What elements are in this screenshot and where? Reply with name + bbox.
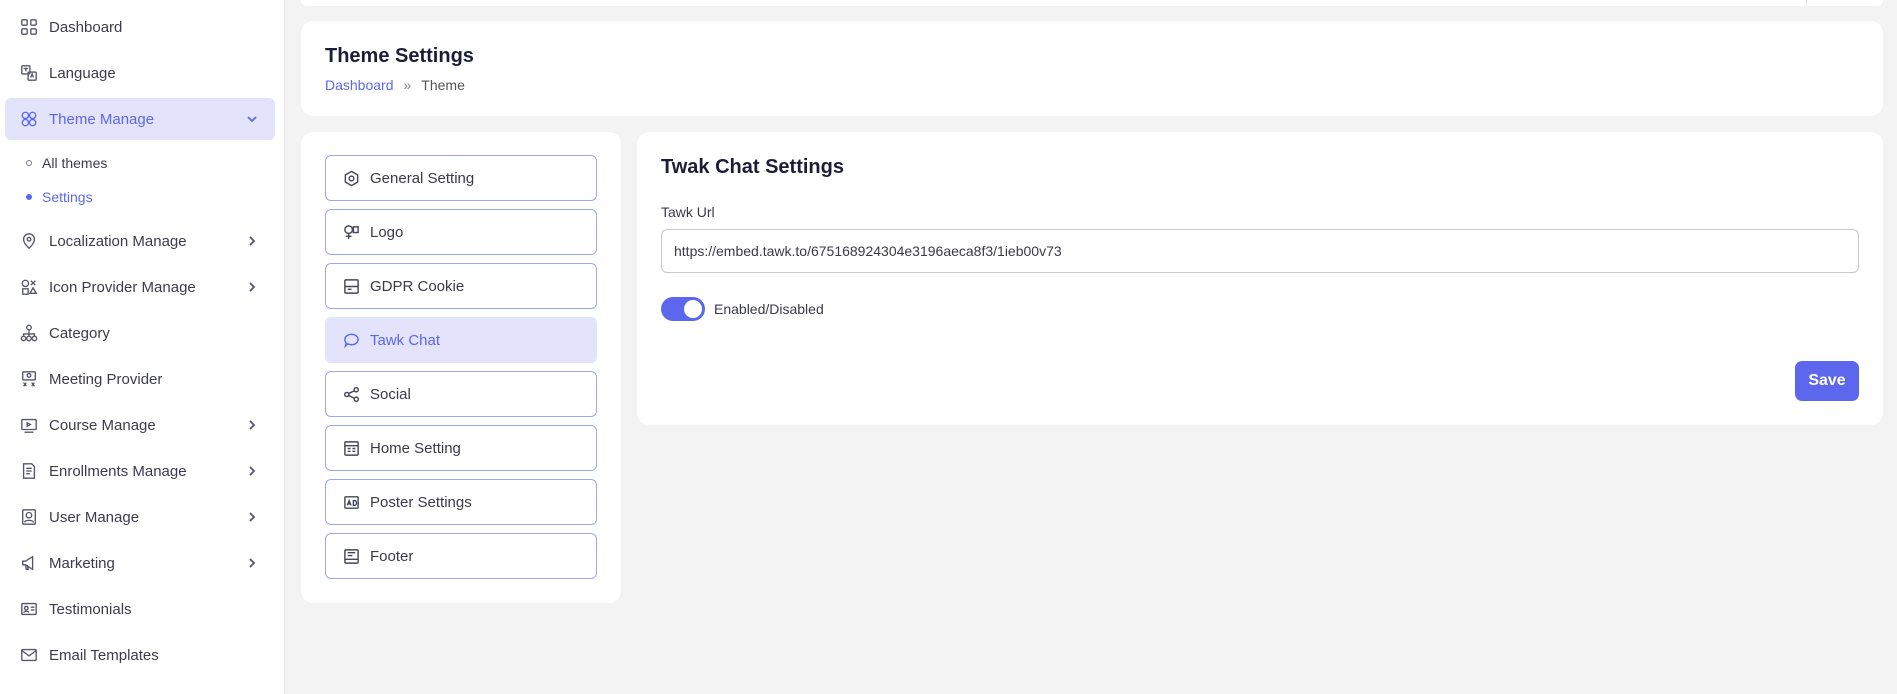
sidebar-subitem-settings[interactable]: Settings: [26, 187, 93, 207]
cookie-icon: [342, 277, 360, 295]
sidebar-item-dashboard[interactable]: Dashboard: [5, 6, 275, 48]
sidebar-item-label: Email Templates: [49, 646, 159, 664]
enabled-toggle[interactable]: [661, 297, 705, 321]
tawk-url-input[interactable]: [661, 229, 1859, 273]
shapes-icon: [19, 277, 39, 297]
sidebar-item-label: Testimonials: [49, 600, 132, 618]
bullet-dot: [26, 194, 32, 200]
toggle-knob: [684, 300, 702, 318]
mail-icon: [19, 645, 39, 665]
sidebar-item-label: Course Manage: [49, 416, 156, 434]
menu-label: Tawk Chat: [370, 331, 441, 349]
meeting-icon: [19, 369, 39, 389]
hierarchy-icon: [19, 323, 39, 343]
menu-label: GDPR Cookie: [370, 277, 465, 295]
breadcrumb-dashboard-link[interactable]: Dashboard: [325, 77, 394, 93]
sidebar-item-course-manage[interactable]: Course Manage: [5, 404, 275, 446]
sidebar-subitem-all-themes[interactable]: All themes: [26, 153, 107, 173]
top-bar: [301, 0, 1883, 6]
menu-general-setting[interactable]: General Setting: [325, 155, 597, 201]
chevron-right-icon: [245, 510, 259, 524]
menu-social[interactable]: Social: [325, 371, 597, 417]
menu-label: General Setting: [370, 169, 475, 187]
video-icon: [19, 415, 39, 435]
sidebar-item-label: Marketing: [49, 554, 115, 572]
ad-icon: [342, 493, 360, 511]
sidebar-item-testimonials[interactable]: Testimonials: [5, 588, 275, 630]
top-bar-divider: [1806, 0, 1807, 6]
logo-icon: [342, 223, 360, 241]
enabled-toggle-row: Enabled/Disabled: [661, 297, 824, 321]
sidebar-item-language[interactable]: Language: [5, 52, 275, 94]
layout-icon: [342, 439, 360, 457]
chevron-right-icon: [245, 234, 259, 248]
chevron-right-icon: [245, 280, 259, 294]
sidebar-item-category[interactable]: Category: [5, 312, 275, 354]
id-card-icon: [19, 599, 39, 619]
enabled-toggle-label: Enabled/Disabled: [714, 301, 824, 317]
menu-label: Footer: [370, 547, 414, 565]
page-title: Theme Settings: [325, 45, 474, 67]
sidebar-item-user-manage[interactable]: User Manage: [5, 496, 275, 538]
sidebar-item-marketing[interactable]: Marketing: [5, 542, 275, 584]
map-pin-icon: [19, 231, 39, 251]
subitem-label: All themes: [42, 155, 108, 171]
chevron-down-icon: [245, 112, 259, 126]
sidebar-item-localization-manage[interactable]: Localization Manage: [5, 220, 275, 262]
breadcrumb-current: Theme: [421, 77, 465, 93]
menu-gdpr-cookie[interactable]: GDPR Cookie: [325, 263, 597, 309]
sidebar-item-theme-manage[interactable]: Theme Manage: [5, 98, 275, 140]
sidebar-item-label: Enrollments Manage: [49, 462, 187, 480]
menu-tawk-chat[interactable]: Tawk Chat: [325, 317, 597, 363]
chat-icon: [342, 331, 360, 349]
tawk-chat-settings-card: Twak Chat Settings Tawk Url Enabled/Disa…: [637, 132, 1883, 425]
menu-label: Social: [370, 385, 411, 403]
menu-label: Logo: [370, 223, 404, 241]
sidebar-item-label: Icon Provider Manage: [49, 278, 196, 296]
chevron-right-icon: [245, 464, 259, 478]
footer-icon: [342, 547, 360, 565]
settings-menu: General Setting Logo GDPR Cookie Tawk Ch…: [301, 132, 621, 603]
sidebar-item-meeting-provider[interactable]: Meeting Provider: [5, 358, 275, 400]
menu-label: Home Setting: [370, 439, 461, 457]
menu-home-setting[interactable]: Home Setting: [325, 425, 597, 471]
sidebar: Dashboard Language Theme Manage All them…: [0, 0, 285, 694]
bullet-dot: [26, 160, 32, 166]
page-header: Theme Settings Dashboard » Theme: [301, 21, 1883, 116]
user-icon: [19, 507, 39, 527]
tawk-url-label: Tawk Url: [661, 204, 715, 220]
chevron-right-icon: [245, 418, 259, 432]
sidebar-item-label: Category: [49, 324, 110, 342]
menu-label: Poster Settings: [370, 493, 472, 511]
grid-icon: [19, 17, 39, 37]
theme-icon: [19, 109, 39, 129]
settings-hex-icon: [342, 169, 360, 187]
sidebar-item-label: Language: [49, 64, 116, 82]
menu-poster-settings[interactable]: Poster Settings: [325, 479, 597, 525]
document-icon: [19, 461, 39, 481]
sidebar-item-label: Meeting Provider: [49, 370, 163, 388]
sidebar-item-email-templates[interactable]: Email Templates: [5, 634, 275, 676]
sidebar-item-label: User Manage: [49, 508, 140, 526]
sidebar-item-label: Theme Manage: [49, 110, 155, 128]
menu-logo[interactable]: Logo: [325, 209, 597, 255]
sidebar-item-enrollments-manage[interactable]: Enrollments Manage: [5, 450, 275, 492]
settings-title: Twak Chat Settings: [661, 156, 844, 178]
sidebar-item-label: Localization Manage: [49, 232, 187, 250]
sidebar-item-icon-provider-manage[interactable]: Icon Provider Manage: [5, 266, 275, 308]
save-button[interactable]: Save: [1795, 361, 1859, 401]
translate-icon: [19, 63, 39, 83]
menu-footer[interactable]: Footer: [325, 533, 597, 579]
breadcrumb-separator: »: [403, 77, 412, 93]
subitem-label: Settings: [42, 189, 93, 205]
breadcrumb: Dashboard » Theme: [325, 77, 465, 93]
sidebar-item-label: Dashboard: [49, 18, 123, 36]
megaphone-icon: [19, 553, 39, 573]
share-icon: [342, 385, 360, 403]
chevron-right-icon: [245, 556, 259, 570]
